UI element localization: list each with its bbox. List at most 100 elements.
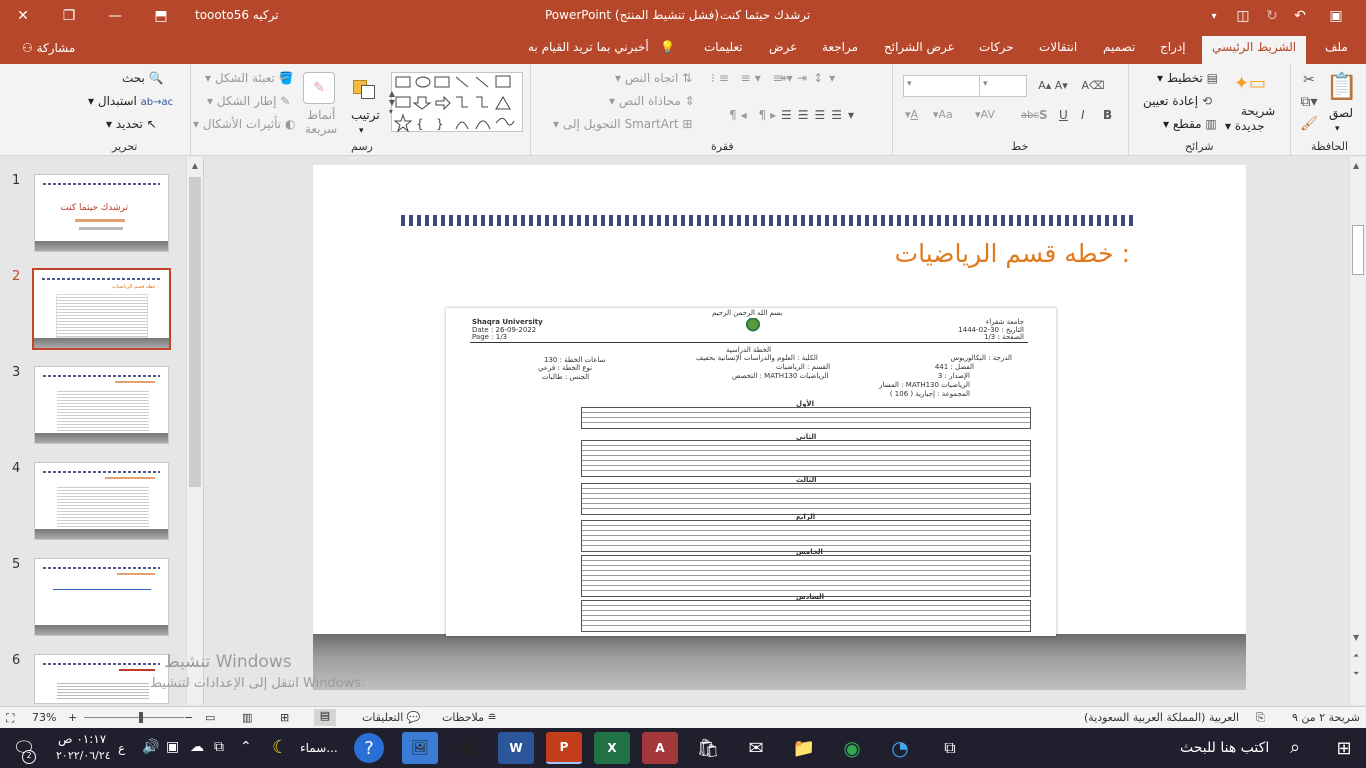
bold-button[interactable]: B — [1103, 108, 1112, 122]
tab-slideshow[interactable]: عرض الشرائح — [884, 40, 955, 54]
weather-icon[interactable]: ☾ — [272, 737, 288, 758]
pane-scroll-thumb[interactable] — [189, 177, 201, 487]
weather-text[interactable]: سماء... — [300, 741, 338, 755]
font-color-button[interactable]: ▾A — [905, 108, 918, 121]
slide-thumbnail-2[interactable]: خطه قسم الرياضيات : — [32, 268, 171, 350]
slideshow-icon[interactable]: ◫ — [1228, 0, 1258, 32]
editor-scrollbar[interactable]: ▲ ▼ ⏶ ⏷ — [1349, 157, 1366, 705]
tab-animations[interactable]: حركات — [979, 40, 1014, 54]
arrange-button[interactable]: ترتيب ▾ — [351, 108, 380, 136]
slide-title[interactable]: خطه قسم الرياضيات : — [895, 239, 1130, 268]
scroll-down-icon[interactable]: ▼ — [1353, 633, 1359, 642]
search-box[interactable]: اكتب هنا للبحث — [1180, 740, 1269, 756]
excel-app-icon[interactable]: X — [594, 732, 630, 764]
volume-icon[interactable]: 🔊 — [142, 739, 159, 755]
save-icon[interactable]: ▣ — [1318, 0, 1354, 32]
edge-app-icon[interactable]: ◔ — [882, 732, 918, 764]
word-app-icon[interactable]: W — [498, 732, 534, 764]
windows-start-icon[interactable]: ⊞ — [1322, 732, 1366, 764]
find-button[interactable]: بحث 🔍 — [122, 71, 164, 85]
tab-tell-me[interactable]: أخبرني بما تريد القيام به — [528, 40, 649, 54]
language-status[interactable]: العربية (المملكة العربية السعودية) — [1084, 711, 1239, 724]
clear-format-icon[interactable]: A⌫ — [1081, 75, 1104, 95]
undo-icon[interactable]: ↶ — [1286, 0, 1314, 32]
mail-app-icon[interactable]: ✉ — [738, 732, 774, 764]
zoom-slider-thumb[interactable] — [139, 712, 143, 723]
next-slide-icon[interactable]: ⏷ — [1353, 669, 1359, 679]
char-spacing-button[interactable]: ▾AV — [975, 108, 995, 121]
select-button[interactable]: ▾ تحديد ↖ — [106, 117, 157, 131]
shape-outline-button[interactable]: ▾ إطار الشكل ✎ — [207, 94, 290, 108]
pane-scrollbar[interactable]: ▲ — [186, 157, 203, 705]
shadow-button[interactable]: S — [1039, 108, 1048, 122]
tab-review[interactable]: مراجعة — [822, 40, 858, 54]
scroll-up-icon[interactable]: ▲ — [1353, 161, 1359, 170]
shapes-scroll-icon[interactable]: ▲ ▼ ▾ — [387, 72, 397, 132]
slideshow-view-icon[interactable]: ▭ — [205, 711, 215, 724]
font-size-grow-icon[interactable]: A▴ A▾ — [1033, 75, 1073, 95]
current-slide[interactable]: خطه قسم الرياضيات : Shaqra University Da… — [313, 165, 1246, 690]
access-app-icon[interactable]: A — [642, 732, 678, 764]
close-icon[interactable]: ✕ — [0, 0, 46, 32]
normal-view-icon[interactable]: ▤ — [314, 709, 336, 726]
clock-date[interactable]: ٢٠٢٢/٠٦/٢٤ — [56, 749, 111, 762]
new-slide-label-1[interactable]: شريحة — [1241, 104, 1275, 118]
search-icon[interactable]: ⌕ — [1290, 737, 1300, 758]
ribbon-display-icon[interactable]: ⬒ — [138, 0, 184, 32]
layout-button[interactable]: ▾ تخطيط ▤ — [1157, 71, 1218, 85]
powerpoint-app-icon[interactable]: P — [546, 732, 582, 764]
align-buttons[interactable]: ☰☰☰☰▾ — [781, 108, 860, 122]
comments-button[interactable]: التعليقات 💬 — [362, 711, 420, 724]
file-explorer-icon[interactable]: 📁 — [786, 732, 822, 764]
task-view-icon[interactable]: ⧉ — [932, 732, 968, 764]
zoom-in-icon[interactable]: + — [68, 711, 77, 724]
clock-time[interactable]: ٠١:١٧ ص — [58, 732, 106, 746]
meet-icon[interactable]: ⧉ — [214, 739, 224, 755]
tab-help[interactable]: تعليمات — [704, 40, 743, 54]
section-button[interactable]: ▾ مقطع ▥ — [1163, 117, 1217, 131]
chrome-app-icon[interactable]: ◉ — [834, 732, 870, 764]
shape-fill-button[interactable]: ▾ تعبئة الشكل 🪣 — [205, 71, 294, 85]
spellcheck-icon[interactable]: ⎘ — [1256, 711, 1265, 725]
shapes-gallery[interactable]: {} — [391, 72, 523, 133]
editor-scroll-thumb[interactable] — [1352, 225, 1364, 275]
slide-thumbnail-6[interactable] — [34, 654, 169, 704]
minimize-icon[interactable]: — — [92, 0, 138, 32]
redo-icon[interactable]: ↻ — [1258, 0, 1286, 32]
notes-button[interactable]: ملاحظات ≘ — [442, 711, 497, 724]
photos-app-icon[interactable]: 🖼 — [402, 732, 438, 764]
quick-styles-label-1[interactable]: أنماط — [307, 108, 335, 122]
indent-buttons[interactable]: ⇤⇥↕▾ — [781, 71, 841, 85]
zoom-slider[interactable] — [84, 717, 184, 718]
reading-view-icon[interactable]: ▥ — [242, 711, 252, 724]
align-text-button[interactable]: ▾ محاذاة النص ⇕ — [609, 94, 695, 108]
quick-styles-label-2[interactable]: سريعة — [305, 122, 337, 136]
direction-buttons[interactable]: ¶◂ ¶▸ — [729, 108, 780, 122]
tab-design[interactable]: تصميم — [1103, 40, 1135, 54]
zoom-out-icon[interactable]: − — [184, 711, 193, 724]
copy-icon[interactable]: ⧉▾ — [1299, 94, 1319, 110]
slide-thumbnail-5[interactable] — [34, 558, 169, 636]
customize-qat-icon[interactable]: ▾ — [1200, 0, 1228, 32]
onedrive-icon[interactable]: ☁ — [190, 739, 204, 755]
store-app-icon[interactable]: 🛍 — [690, 732, 726, 764]
tab-insert[interactable]: إدراج — [1160, 40, 1186, 54]
study-plan-image[interactable]: Shaqra University Date : 26-09-2022 Page… — [446, 308, 1056, 636]
tab-home[interactable]: الشريط الرئيسي — [1202, 36, 1307, 64]
smartart-button[interactable]: ▾ التحويل إلى SmartArt ⊞ — [553, 117, 692, 131]
sorter-view-icon[interactable]: ⊞ — [280, 711, 289, 724]
zoom-level[interactable]: 73% — [32, 711, 56, 724]
scroll-up-icon[interactable]: ▲ — [189, 161, 201, 173]
shape-effects-button[interactable]: ▾ تأثيرات الأشكال ◐ — [193, 117, 295, 131]
cut-icon[interactable]: ✂ — [1299, 72, 1319, 88]
slide-thumbnail-1[interactable]: ترشدك حيثما كنت — [34, 174, 169, 252]
share-button[interactable]: ⚇ مشاركة — [22, 41, 75, 55]
account-name[interactable]: toooto56 تركيه — [195, 8, 279, 22]
network-icon[interactable]: ▣ — [166, 739, 179, 755]
fit-slide-icon[interactable]: ⛶ — [6, 711, 14, 726]
chrome-profile-app-icon[interactable]: ◉ — [450, 732, 486, 764]
underline-button[interactable]: U — [1059, 108, 1068, 122]
font-size-select[interactable]: ▾ — [979, 75, 1027, 97]
format-painter-icon[interactable]: 🖌 — [1299, 116, 1319, 132]
slide-thumbnail-4[interactable] — [34, 462, 169, 540]
